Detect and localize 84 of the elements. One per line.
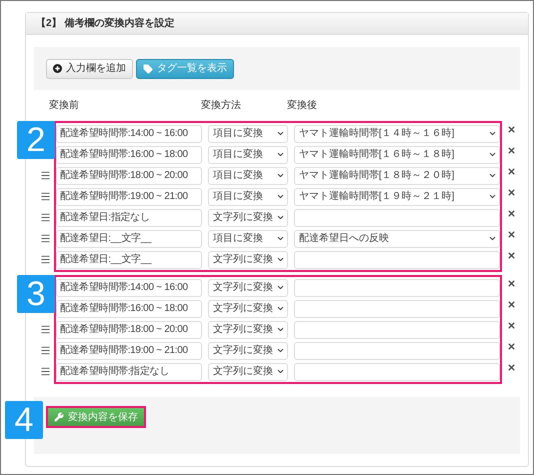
chevron-down-icon xyxy=(276,325,285,334)
chevron-down-icon xyxy=(276,234,285,243)
drag-handle-icon[interactable] xyxy=(40,170,52,181)
chevron-down-icon xyxy=(276,192,285,201)
method-select[interactable]: 項目に変換 xyxy=(208,124,288,142)
after-select[interactable]: ヤマト運輸時間帯[１９時～２１時] xyxy=(294,188,500,206)
drag-handle-icon[interactable] xyxy=(40,345,52,356)
method-select[interactable]: 項目に変換 xyxy=(208,146,288,164)
before-input[interactable]: 配達希望時間帯:14:00 ~ 16:00 xyxy=(56,278,202,296)
method-select[interactable]: 文字列に変換 xyxy=(208,278,288,296)
after-input[interactable] xyxy=(294,342,500,360)
after-input[interactable] xyxy=(294,278,500,296)
chevron-down-icon xyxy=(276,129,285,138)
drag-handle-icon[interactable] xyxy=(40,324,52,335)
chevron-down-icon xyxy=(488,150,498,159)
before-input[interactable]: 配達希望時間帯:16:00 ~ 18:00 xyxy=(56,146,202,164)
delete-icon[interactable] xyxy=(506,167,516,176)
drag-handle-icon[interactable] xyxy=(40,366,52,377)
chevron-down-icon xyxy=(276,283,285,292)
chevron-down-icon xyxy=(276,346,285,355)
after-input[interactable] xyxy=(294,250,500,268)
delete-icon[interactable] xyxy=(506,251,516,260)
chevron-down-icon xyxy=(276,304,285,313)
delete-icon[interactable] xyxy=(506,300,516,309)
delete-icon[interactable] xyxy=(506,279,516,288)
panel-title: 【2】 備考欄の変換内容を設定 xyxy=(36,16,174,31)
chevron-down-icon xyxy=(488,234,498,243)
before-input[interactable]: 配達希望時間帯:指定なし xyxy=(56,362,202,380)
chevron-down-icon xyxy=(488,171,498,180)
before-input[interactable]: 配達希望日:指定なし xyxy=(56,208,202,226)
method-select[interactable]: 文字列に変換 xyxy=(208,208,288,226)
delete-icon[interactable] xyxy=(506,321,516,330)
drag-handle-icon[interactable] xyxy=(40,212,52,223)
method-select[interactable]: 項目に変換 xyxy=(208,230,288,248)
before-input[interactable]: 配達希望時間帯:18:00 ~ 20:00 xyxy=(56,166,202,184)
before-input[interactable]: 配達希望時間帯:19:00 ~ 21:00 xyxy=(56,188,202,206)
chevron-down-icon xyxy=(276,213,285,222)
method-select[interactable]: 文字列に変換 xyxy=(208,342,288,360)
after-select[interactable]: ヤマト運輸時間帯[１８時～２０時] xyxy=(294,166,500,184)
after-input[interactable] xyxy=(294,362,500,380)
delete-icon[interactable] xyxy=(506,342,516,351)
delete-icon[interactable] xyxy=(506,230,516,239)
step-badge: 3 xyxy=(17,275,55,313)
method-select[interactable]: 文字列に変換 xyxy=(208,250,288,268)
delete-icon[interactable] xyxy=(506,146,516,155)
delete-icon[interactable] xyxy=(506,209,516,218)
after-input[interactable] xyxy=(294,320,500,338)
method-select[interactable]: 文字列に変換 xyxy=(208,362,288,380)
wrench-icon xyxy=(54,412,64,422)
drag-handle-icon[interactable] xyxy=(40,233,52,244)
delete-icon[interactable] xyxy=(506,125,516,134)
column-header: 変換方法 xyxy=(201,98,242,113)
add-field-button[interactable]: 入力欄を追加 xyxy=(46,58,133,78)
delete-icon[interactable] xyxy=(506,363,516,372)
drag-handle-icon[interactable] xyxy=(40,191,52,202)
method-select[interactable]: 項目に変換 xyxy=(208,188,288,206)
after-input[interactable] xyxy=(294,300,500,318)
before-input[interactable]: 配達希望日:__文字__ xyxy=(56,250,202,268)
step-badge: 4 xyxy=(5,401,43,439)
chevron-down-icon xyxy=(488,192,498,201)
before-input[interactable]: 配達希望日:__文字__ xyxy=(56,230,202,248)
chevron-down-icon xyxy=(276,150,285,159)
column-header: 変換前 xyxy=(49,98,80,113)
method-select[interactable]: 文字列に変換 xyxy=(208,300,288,318)
method-select[interactable]: 項目に変換 xyxy=(208,166,288,184)
chevron-down-icon xyxy=(488,129,498,138)
after-select[interactable]: ヤマト運輸時間帯[１６時～１８時] xyxy=(294,146,500,164)
after-input[interactable] xyxy=(294,208,500,226)
before-input[interactable]: 配達希望時間帯:18:00 ~ 20:00 xyxy=(56,320,202,338)
after-select[interactable]: 配達希望日への反映 xyxy=(294,230,500,248)
before-input[interactable]: 配達希望時間帯:16:00 ~ 18:00 xyxy=(56,300,202,318)
method-select[interactable]: 文字列に変換 xyxy=(208,320,288,338)
step-badge: 2 xyxy=(17,121,55,159)
tag-icon xyxy=(143,64,153,74)
plus-circle-icon xyxy=(53,64,62,73)
after-select[interactable]: ヤマト運輸時間帯[１４時～１６時] xyxy=(294,124,500,142)
chevron-down-icon xyxy=(276,367,285,376)
before-input[interactable]: 配達希望時間帯:14:00 ~ 16:00 xyxy=(56,124,202,142)
delete-icon[interactable] xyxy=(506,188,516,197)
drag-handle-icon[interactable] xyxy=(40,254,52,265)
chevron-down-icon xyxy=(276,171,285,180)
before-input[interactable]: 配達希望時間帯:19:00 ~ 21:00 xyxy=(56,342,202,360)
column-header: 変換後 xyxy=(287,98,317,113)
chevron-down-icon xyxy=(276,255,285,264)
